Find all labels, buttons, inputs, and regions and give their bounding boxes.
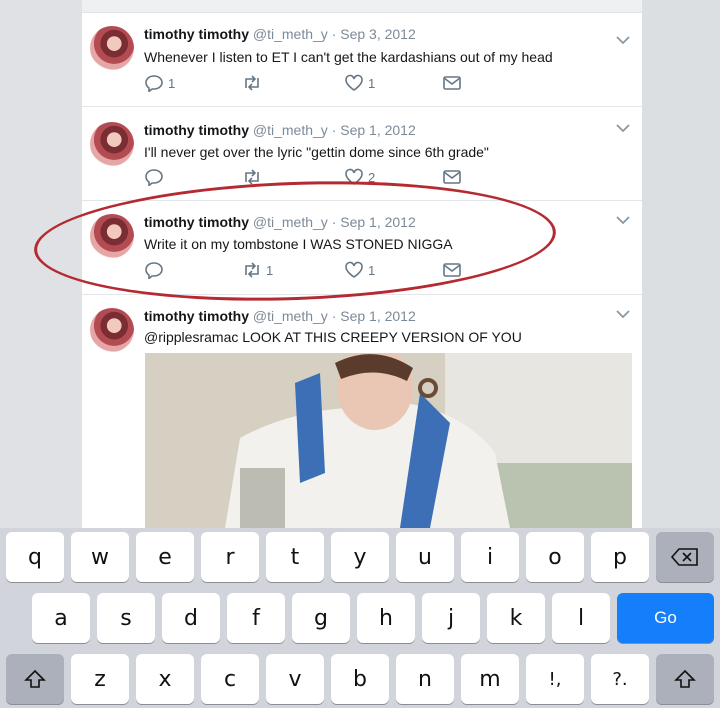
chevron-down-icon[interactable] xyxy=(612,306,634,322)
onscreen-keyboard: q w e r t y u i o p a s d f g h j k l Go… xyxy=(0,528,720,708)
like-count: 1 xyxy=(368,75,376,91)
key-g[interactable]: g xyxy=(292,593,350,643)
background-right xyxy=(642,0,720,528)
tweet-header: timothy timothy @ti_meth_y · Sep 1, 2012 xyxy=(144,122,416,138)
chevron-down-icon[interactable] xyxy=(612,32,634,48)
handle-date[interactable]: @ti_meth_y · Sep 3, 2012 xyxy=(253,26,416,42)
key-h[interactable]: h xyxy=(357,593,415,643)
shift-key-left[interactable] xyxy=(6,654,64,704)
go-button[interactable]: Go xyxy=(617,593,714,643)
reply-icon xyxy=(145,169,163,186)
key-x[interactable]: x xyxy=(136,654,194,704)
reply-button[interactable]: 1 xyxy=(144,72,175,94)
avatar[interactable] xyxy=(90,308,134,352)
key-r[interactable]: r xyxy=(201,532,259,582)
handle-date[interactable]: @ti_meth_y · Sep 1, 2012 xyxy=(253,308,416,324)
key-d[interactable]: d xyxy=(162,593,220,643)
heart-icon xyxy=(345,74,363,91)
backspace-icon xyxy=(670,548,698,566)
photo-illustration xyxy=(145,353,632,528)
avatar[interactable] xyxy=(90,122,134,166)
backspace-key[interactable] xyxy=(656,532,714,582)
envelope-icon xyxy=(443,76,461,90)
key-u[interactable]: u xyxy=(396,532,454,582)
reply-button[interactable] xyxy=(144,166,168,188)
tweet-text: @ripplesramac LOOK AT THIS CREEPY VERSIO… xyxy=(144,329,522,345)
dm-button[interactable] xyxy=(442,166,462,188)
key-m[interactable]: m xyxy=(461,654,519,704)
key-n[interactable]: n xyxy=(396,654,454,704)
key-o[interactable]: o xyxy=(526,532,584,582)
key-question-period[interactable]: ?. xyxy=(591,654,649,704)
key-s[interactable]: s xyxy=(97,593,155,643)
retweet-button[interactable] xyxy=(242,72,266,94)
tweet-header: timothy timothy @ti_meth_y · Sep 1, 2012 xyxy=(144,308,416,324)
tweet-header: timothy timothy @ti_meth_y · Sep 3, 2012 xyxy=(144,26,416,42)
key-t[interactable]: t xyxy=(266,532,324,582)
shift-icon xyxy=(24,669,46,688)
shift-key-right[interactable] xyxy=(656,654,714,704)
display-name[interactable]: timothy timothy xyxy=(144,308,249,324)
key-j[interactable]: j xyxy=(422,593,480,643)
key-exclaim-comma[interactable]: !, xyxy=(526,654,584,704)
tweet-text: I'll never get over the lyric "gettin do… xyxy=(144,144,489,160)
like-button[interactable]: 1 xyxy=(344,72,375,94)
display-name[interactable]: timothy timothy xyxy=(144,26,249,42)
avatar[interactable] xyxy=(90,26,134,70)
key-p[interactable]: p xyxy=(591,532,649,582)
key-i[interactable]: i xyxy=(461,532,519,582)
key-c[interactable]: c xyxy=(201,654,259,704)
chevron-down-icon[interactable] xyxy=(612,120,634,136)
retweet-icon xyxy=(245,75,259,91)
tweet-actions: 1 1 xyxy=(144,72,484,94)
key-y[interactable]: y xyxy=(331,532,389,582)
key-l[interactable]: l xyxy=(552,593,610,643)
key-q[interactable]: q xyxy=(6,532,64,582)
key-v[interactable]: v xyxy=(266,654,324,704)
key-z[interactable]: z xyxy=(71,654,129,704)
shift-icon xyxy=(674,669,696,688)
tweet-1[interactable]: timothy timothy @ti_meth_y · Sep 3, 2012… xyxy=(82,12,642,107)
handle-date[interactable]: @ti_meth_y · Sep 1, 2012 xyxy=(253,122,416,138)
key-a[interactable]: a xyxy=(32,593,90,643)
reply-count: 1 xyxy=(168,75,176,91)
key-k[interactable]: k xyxy=(487,593,545,643)
tweet-text: Whenever I listen to ET I can't get the … xyxy=(144,49,553,65)
dm-button[interactable] xyxy=(442,72,462,94)
key-b[interactable]: b xyxy=(331,654,389,704)
key-w[interactable]: w xyxy=(71,532,129,582)
display-name[interactable]: timothy timothy xyxy=(144,122,249,138)
chevron-down-icon[interactable] xyxy=(612,212,634,228)
tweet-media-photo[interactable] xyxy=(145,353,632,528)
envelope-icon xyxy=(443,170,461,184)
key-f[interactable]: f xyxy=(227,593,285,643)
key-e[interactable]: e xyxy=(136,532,194,582)
reply-icon xyxy=(145,75,163,92)
